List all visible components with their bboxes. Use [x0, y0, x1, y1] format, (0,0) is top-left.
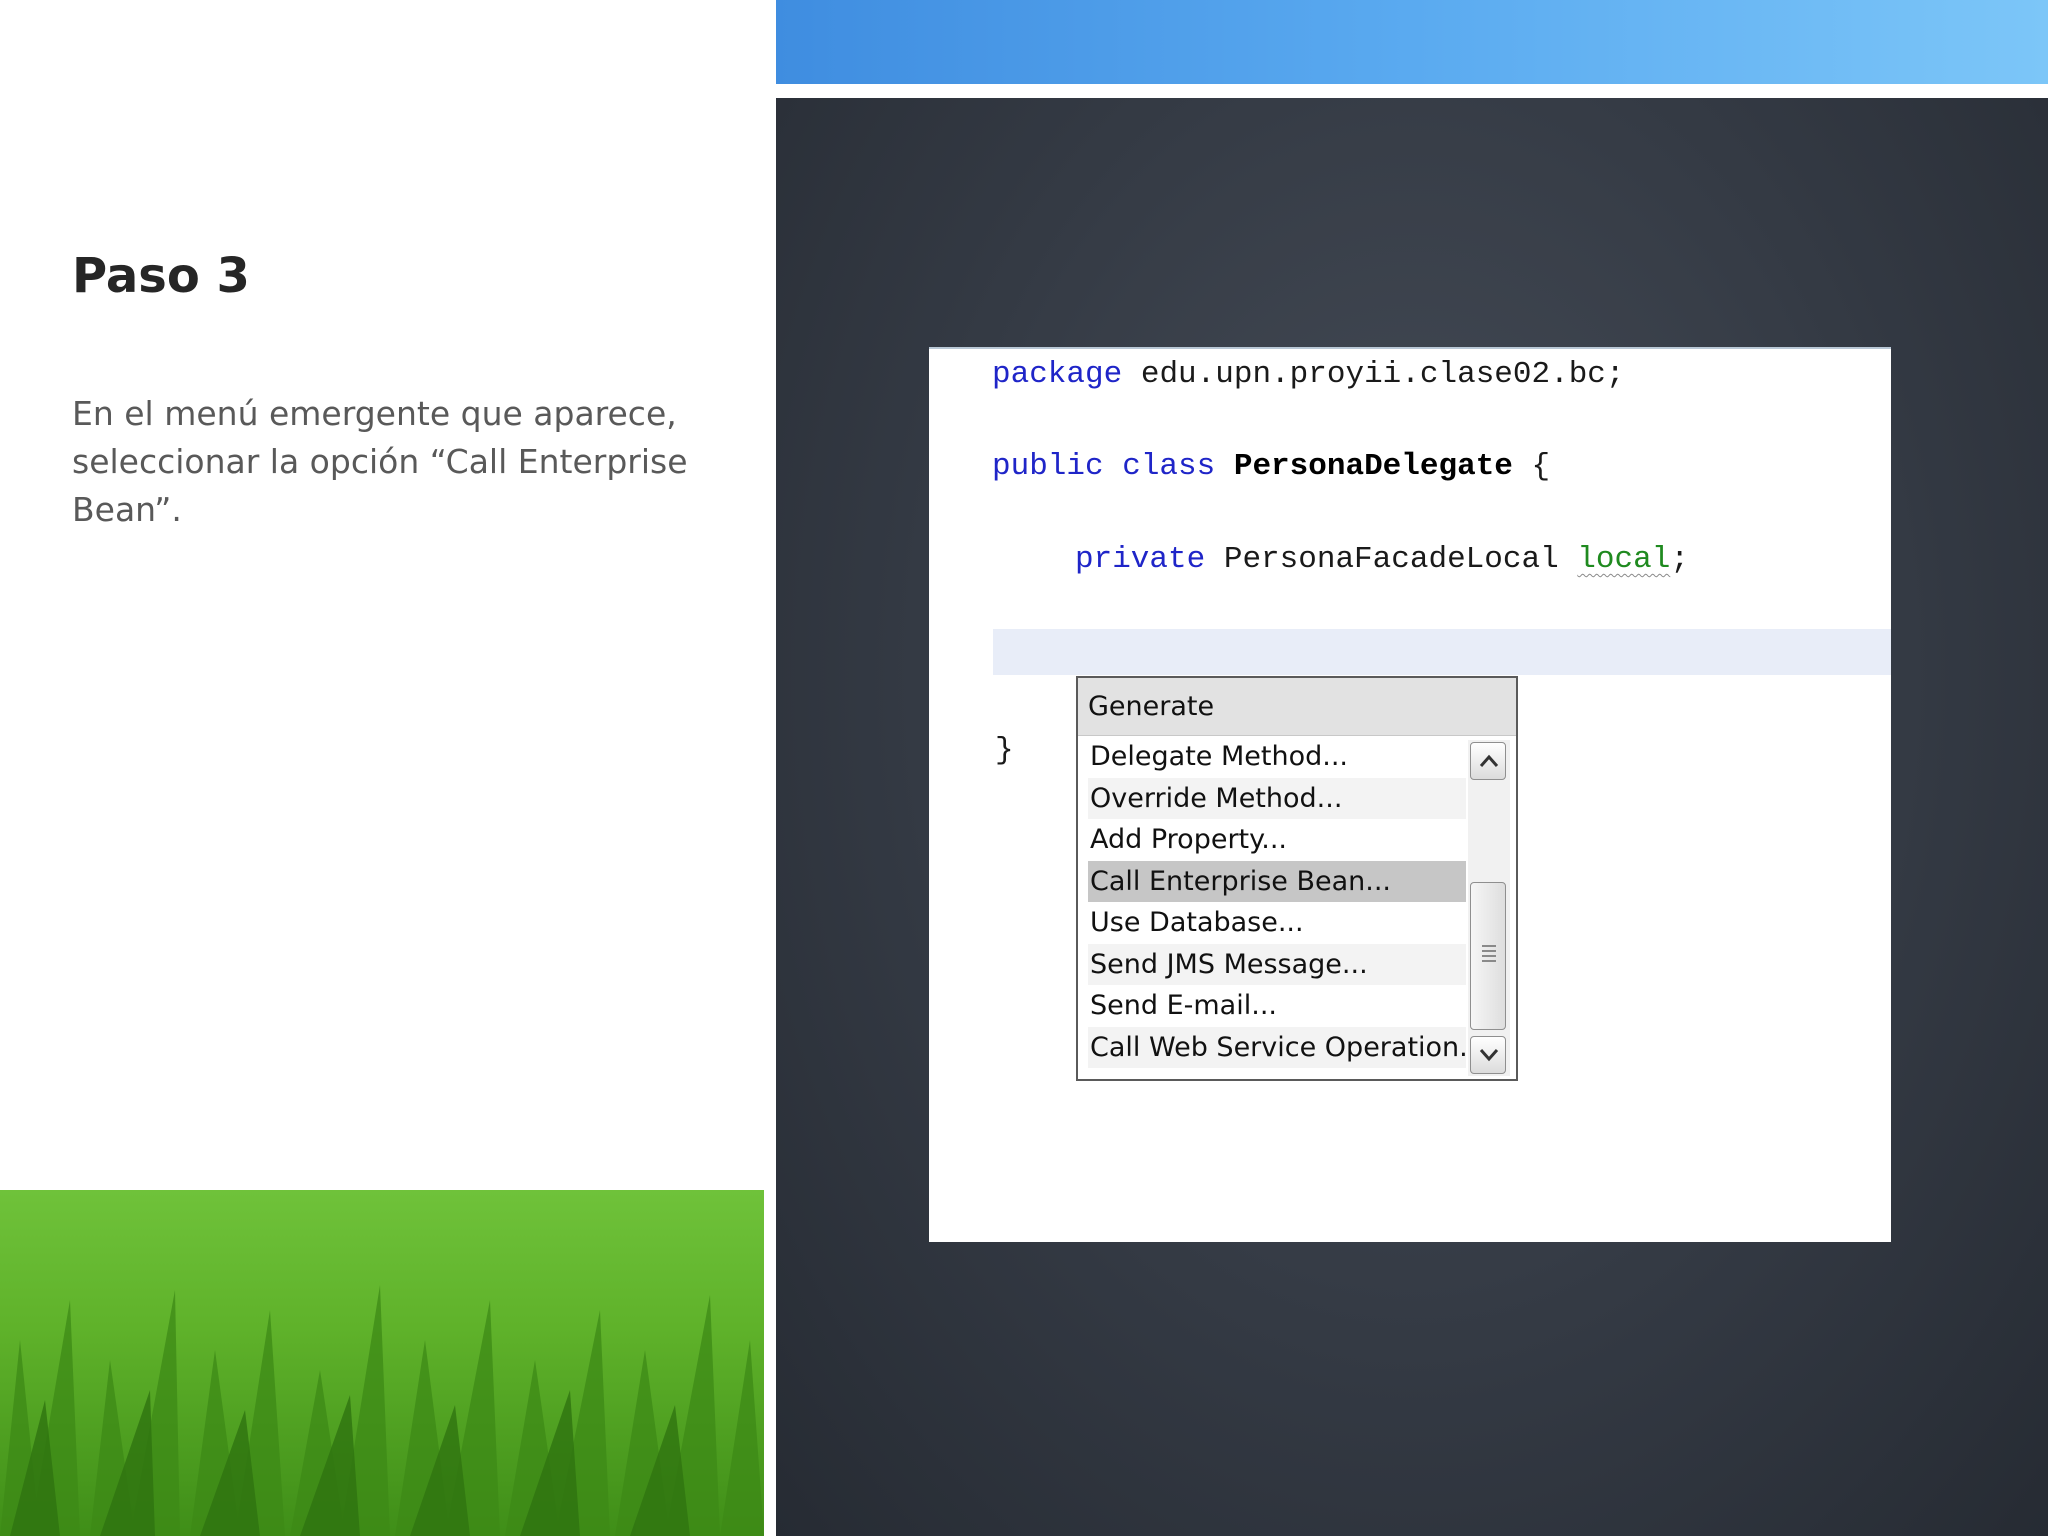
keyword-package: package — [992, 357, 1123, 392]
scroll-down-button[interactable] — [1470, 1036, 1506, 1074]
current-line-highlight — [993, 629, 1891, 675]
popup-scrollbar[interactable] — [1468, 740, 1510, 1076]
popup-header: Generate — [1078, 678, 1516, 736]
code-line-class: public class PersonaDelegate { — [992, 449, 1550, 484]
slide-body-text: En el menú emergente que aparece, selecc… — [72, 394, 688, 529]
menu-item-send-email[interactable]: Send E-mail... — [1088, 985, 1466, 1027]
open-brace: { — [1512, 449, 1551, 484]
grass-blades-image — [0, 1285, 764, 1536]
accent-bar — [776, 0, 2048, 84]
ide-screenshot: package edu.upn.proyii.clase02.bc; publi… — [929, 347, 1891, 1242]
field-type: PersonaFacadeLocal — [1205, 542, 1578, 577]
menu-item-add-property[interactable]: Add Property... — [1088, 819, 1466, 861]
grip-icon — [1482, 945, 1496, 963]
scroll-thumb[interactable] — [1470, 882, 1506, 1030]
closing-brace: } — [995, 733, 1014, 768]
grass-decoration — [0, 1190, 764, 1536]
menu-item-send-jms-message[interactable]: Send JMS Message... — [1088, 943, 1466, 985]
menu-item-delegate-method[interactable]: Delegate Method... — [1088, 736, 1466, 778]
popup-item-list[interactable]: Delegate Method... Override Method... Ad… — [1088, 736, 1466, 1076]
keyword-private: private — [1075, 542, 1206, 577]
semicolon: ; — [1670, 542, 1689, 577]
code-line-package: package edu.upn.proyii.clase02.bc; — [992, 357, 1625, 392]
menu-item-call-web-service-operation[interactable]: Call Web Service Operation... — [1088, 1026, 1466, 1068]
menu-item-call-enterprise-bean[interactable]: Call Enterprise Bean... — [1088, 860, 1466, 902]
menu-item-override-method[interactable]: Override Method... — [1088, 777, 1466, 819]
keyword-class: class — [1103, 449, 1216, 484]
package-name: edu.upn.proyii.clase02.bc; — [1122, 357, 1625, 392]
code-line-field: private PersonaFacadeLocal local; — [1075, 542, 1689, 577]
keyword-public: public — [992, 449, 1104, 484]
menu-item-use-database[interactable]: Use Database... — [1088, 902, 1466, 944]
chevron-up-icon — [1479, 754, 1499, 767]
chevron-down-icon — [1479, 1049, 1499, 1062]
scroll-up-button[interactable] — [1470, 742, 1506, 780]
generate-popup-menu[interactable]: Generate Delegate Method... Override Met… — [1076, 676, 1518, 1081]
class-name: PersonaDelegate — [1215, 449, 1513, 484]
slide-title: Paso 3 — [72, 248, 250, 304]
field-name-local[interactable]: local — [1577, 542, 1670, 577]
